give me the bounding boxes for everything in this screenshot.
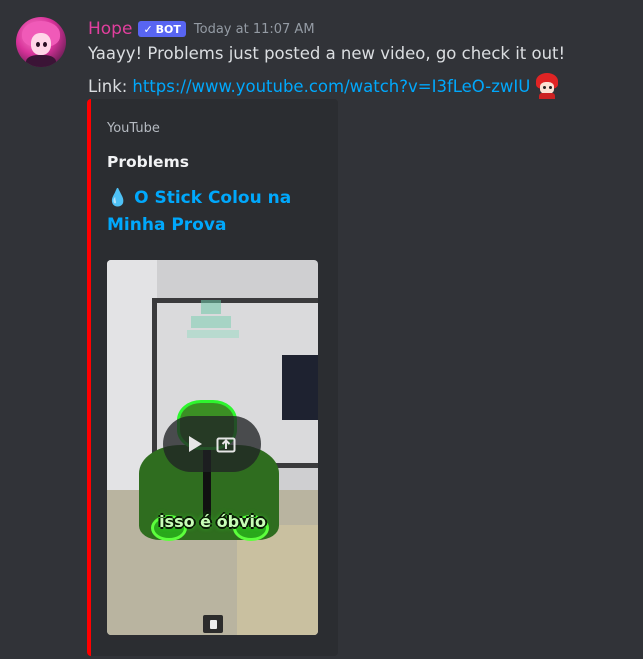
scene-sign — [187, 300, 247, 350]
play-icon[interactable] — [188, 436, 202, 452]
link-prefix: Link: — [88, 76, 128, 96]
bot-badge: ✓ BOT — [138, 21, 186, 37]
popout-icon[interactable] — [216, 435, 236, 453]
message-text: Yaayy! Problems just posted a new video,… — [88, 44, 566, 63]
check-icon: ✓ — [143, 22, 153, 36]
video-controls — [163, 416, 261, 472]
embed-author[interactable]: Problems — [107, 153, 189, 171]
username[interactable]: Hope — [88, 19, 132, 39]
message-header: Hope ✓ BOT Today at 11:07 AM — [88, 14, 315, 44]
avatar-face — [31, 33, 51, 55]
scene-window — [282, 355, 318, 420]
custom-emoji-icon — [534, 73, 560, 99]
video-thumbnail[interactable]: isso é óbvio — [107, 260, 318, 635]
embed-title[interactable]: 💧 O Stick Colou na Minha Prova — [107, 185, 317, 239]
avatar-eye-right — [43, 42, 47, 47]
video-embed: YouTube Problems 💧 O Stick Colou na Minh… — [87, 99, 338, 656]
message-link-line: Link: https://www.youtube.com/watch?v=I3… — [88, 73, 560, 99]
scene-desk — [237, 525, 318, 635]
embed-provider: YouTube — [107, 121, 160, 136]
video-caption: isso é óbvio — [159, 512, 266, 531]
avatar[interactable] — [16, 17, 66, 67]
timestamp[interactable]: Today at 11:07 AM — [194, 22, 315, 37]
bot-badge-label: BOT — [155, 22, 181, 36]
page-icon — [203, 615, 223, 633]
avatar-body — [26, 55, 56, 67]
youtube-link[interactable]: https://www.youtube.com/watch?v=I3fLeO-z… — [132, 77, 530, 96]
avatar-eye-left — [36, 42, 40, 47]
